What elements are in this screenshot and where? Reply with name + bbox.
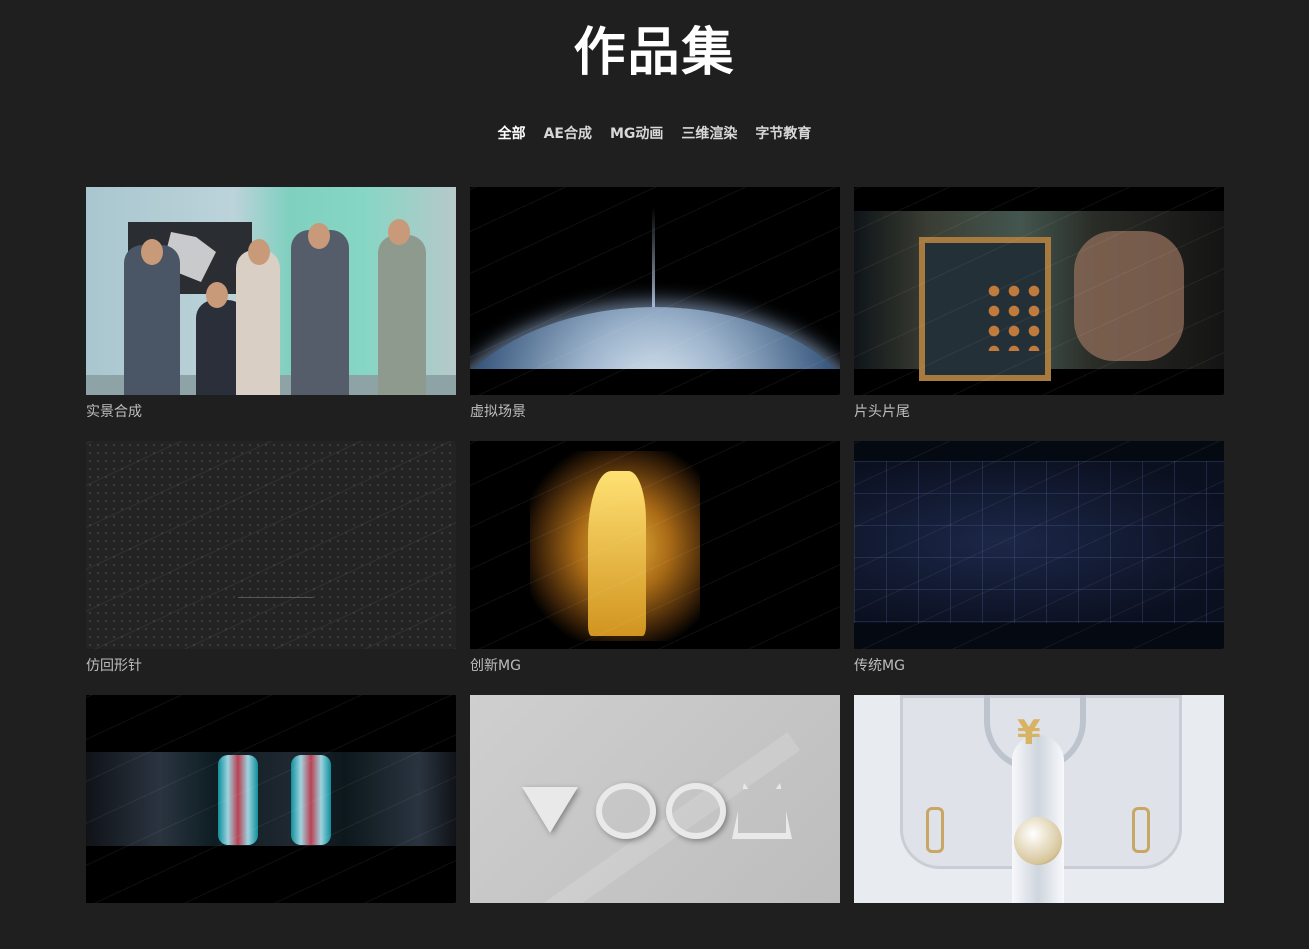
work-card[interactable]: ¥ [854, 695, 1224, 949]
work-thumbnail[interactable]: ¥ [854, 695, 1224, 903]
work-thumbnail[interactable] [854, 441, 1224, 649]
circle-icon [666, 783, 726, 839]
work-thumbnail[interactable] [86, 441, 456, 649]
yen-symbol: ¥ [1017, 713, 1041, 753]
work-caption: 仿回形针 [86, 658, 142, 674]
work-card[interactable]: 实景合成 [86, 187, 456, 441]
work-thumbnail[interactable] [470, 695, 840, 903]
work-thumbnail[interactable] [470, 441, 840, 649]
work-card[interactable]: 传统MG [854, 441, 1224, 695]
filter-bytedance-education[interactable]: 字节教育 [755, 124, 811, 144]
filter-3d-render[interactable]: 三维渲染 [681, 124, 737, 144]
work-caption: 片头片尾 [854, 404, 910, 420]
page-title: 作品集 [573, 23, 736, 83]
filter-ae-composite[interactable]: AE合成 [544, 124, 592, 144]
work-card[interactable] [470, 695, 840, 949]
filter-mg-animation[interactable]: MG动画 [610, 124, 663, 144]
filter-all[interactable]: 全部 [498, 124, 526, 144]
work-card[interactable]: 创新MG [470, 441, 840, 695]
work-card[interactable]: 片头片尾 [854, 187, 1224, 441]
work-caption: 创新MG [470, 658, 521, 674]
category-filter-bar: 全部 AE合成 MG动画 三维渲染 字节教育 [0, 124, 1309, 144]
work-caption: 传统MG [854, 658, 905, 674]
ball-icon [1014, 817, 1062, 865]
work-thumbnail[interactable] [86, 187, 456, 395]
triangle-icon [522, 787, 578, 833]
work-thumbnail[interactable] [86, 695, 456, 903]
work-card[interactable]: 虚拟场景 [470, 187, 840, 441]
work-card[interactable] [86, 695, 456, 949]
work-caption: 实景合成 [86, 404, 142, 420]
works-grid: 实景合成 虚拟场景 片头片尾 仿回形针 创新MG 传统MG ¥ [86, 187, 1224, 949]
circle-icon [596, 783, 656, 839]
work-thumbnail[interactable] [470, 187, 840, 395]
work-caption: 虚拟场景 [470, 404, 526, 420]
work-card[interactable]: 仿回形针 [86, 441, 456, 695]
work-thumbnail[interactable] [854, 187, 1224, 395]
